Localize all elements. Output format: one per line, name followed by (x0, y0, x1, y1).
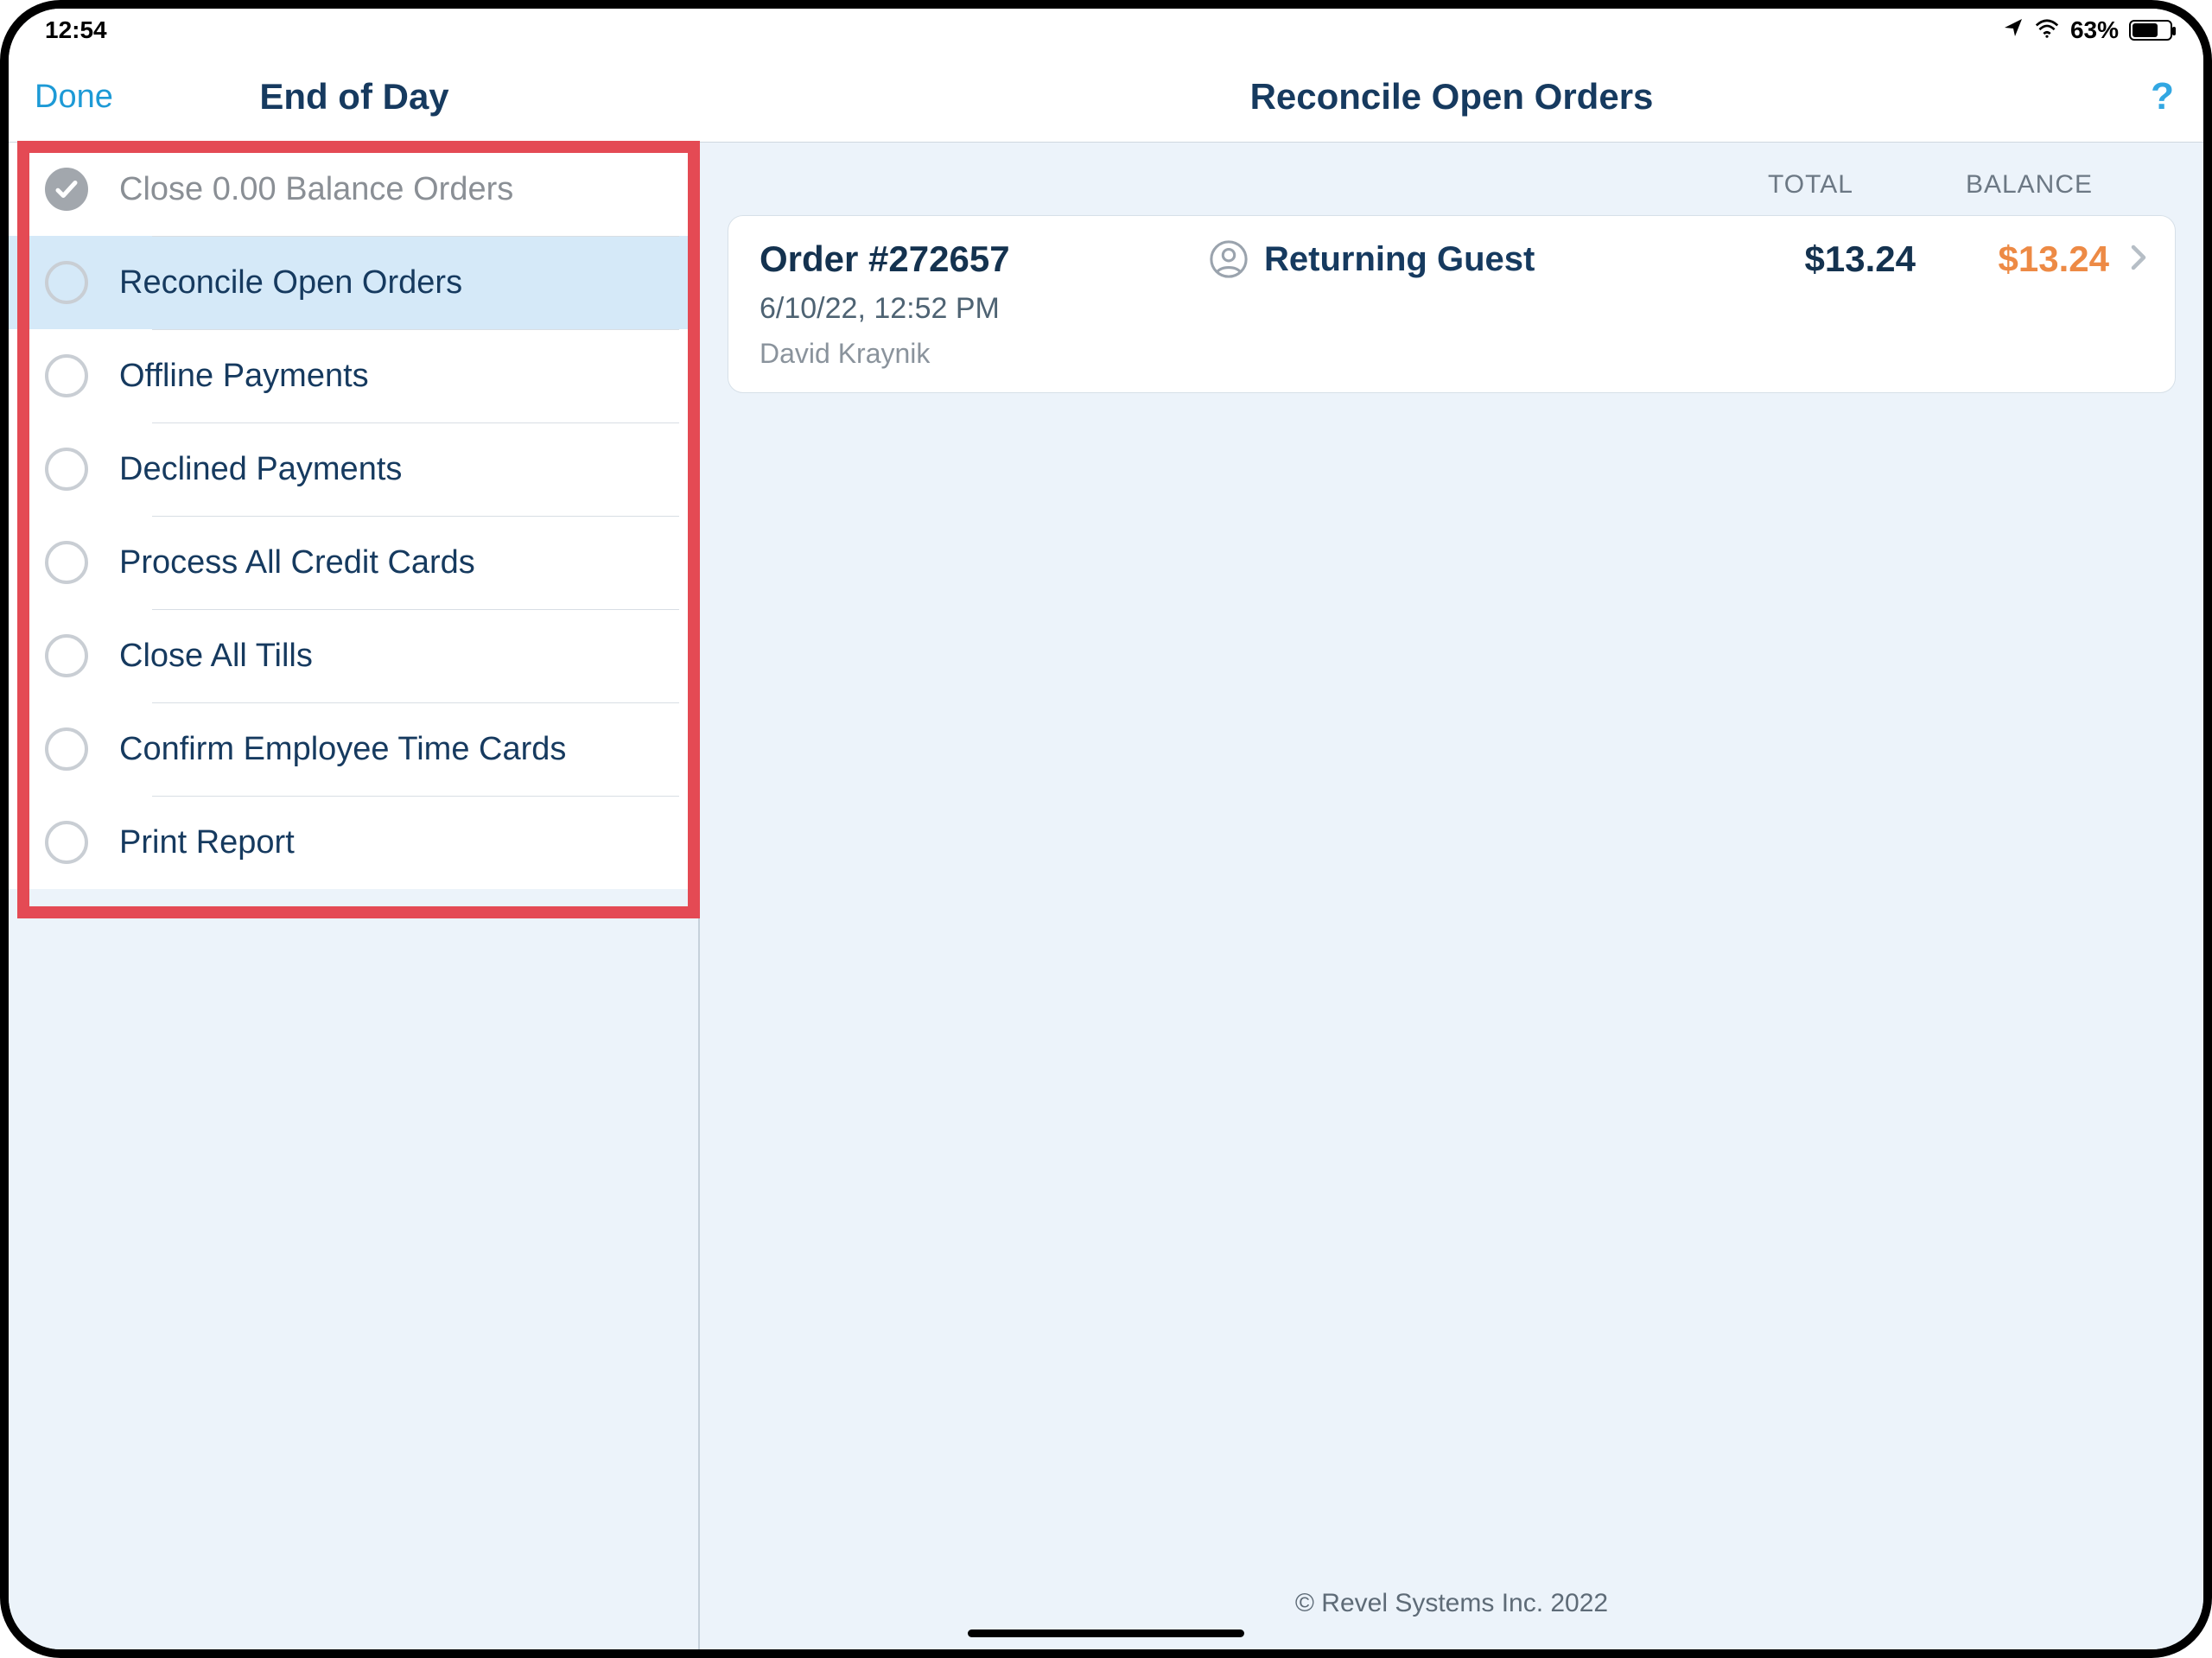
column-headers: TOTAL BALANCE (728, 162, 2176, 215)
order-id: Order #272657 (760, 238, 1209, 280)
battery-pct: 63% (2070, 16, 2119, 44)
step-label: Reconcile Open Orders (119, 264, 462, 302)
chevron-right-icon (2123, 242, 2154, 277)
step-reconcile-open-orders[interactable]: Reconcile Open Orders (9, 236, 698, 329)
circle-icon (45, 261, 88, 304)
location-icon (2003, 16, 2024, 44)
circle-icon (45, 448, 88, 491)
order-balance: $13.24 (1916, 238, 2114, 280)
footer-copyright: © Revel Systems Inc. 2022 (700, 1589, 2203, 1618)
step-label: Confirm Employee Time Cards (119, 731, 566, 768)
guest-name: Returning Guest (1264, 240, 1535, 279)
step-label: Declined Payments (119, 451, 402, 488)
step-close-all-tills[interactable]: Close All Tills (9, 609, 698, 702)
step-label: Close 0.00 Balance Orders (119, 171, 513, 208)
page-title: Reconcile Open Orders (1250, 76, 1654, 118)
step-label: Offline Payments (119, 358, 369, 395)
help-button[interactable]: ? (2151, 75, 2174, 118)
order-employee: David Kraynik (760, 338, 2154, 370)
step-label: Close All Tills (119, 638, 313, 675)
circle-icon (45, 541, 88, 584)
step-confirm-time-cards[interactable]: Confirm Employee Time Cards (9, 702, 698, 796)
order-datetime: 6/10/22, 12:52 PM (760, 292, 2154, 326)
eod-step-list: Close 0.00 Balance Orders Reconcile Open… (9, 143, 700, 1649)
step-close-zero-balance[interactable]: Close 0.00 Balance Orders (9, 143, 698, 236)
step-offline-payments[interactable]: Offline Payments (9, 329, 698, 422)
circle-icon (45, 821, 88, 864)
circle-icon (45, 727, 88, 771)
step-label: Print Report (119, 824, 295, 861)
col-total: TOTAL (1768, 170, 1853, 200)
status-time: 12:54 (45, 16, 107, 44)
circle-icon (45, 634, 88, 677)
step-print-report[interactable]: Print Report (9, 796, 698, 889)
home-indicator[interactable] (968, 1629, 1244, 1637)
check-icon (45, 168, 88, 211)
step-process-credit-cards[interactable]: Process All Credit Cards (9, 516, 698, 609)
top-bar: Done End of Day Reconcile Open Orders ? (9, 52, 2203, 143)
guest-icon (1209, 239, 1249, 279)
content-pane: TOTAL BALANCE Order #272657 (700, 143, 2203, 1649)
step-declined-payments[interactable]: Declined Payments (9, 422, 698, 516)
done-button[interactable]: Done (35, 79, 113, 116)
sidebar-title: End of Day (259, 76, 448, 118)
order-row[interactable]: Order #272657 Returning Guest (728, 215, 2176, 393)
step-label: Process All Credit Cards (119, 544, 475, 581)
battery-icon (2129, 20, 2172, 41)
status-bar: 12:54 63% (9, 9, 2203, 52)
order-total: $13.24 (1734, 238, 1916, 280)
wifi-icon (2034, 16, 2060, 44)
col-balance: BALANCE (1966, 170, 2093, 200)
circle-icon (45, 354, 88, 397)
